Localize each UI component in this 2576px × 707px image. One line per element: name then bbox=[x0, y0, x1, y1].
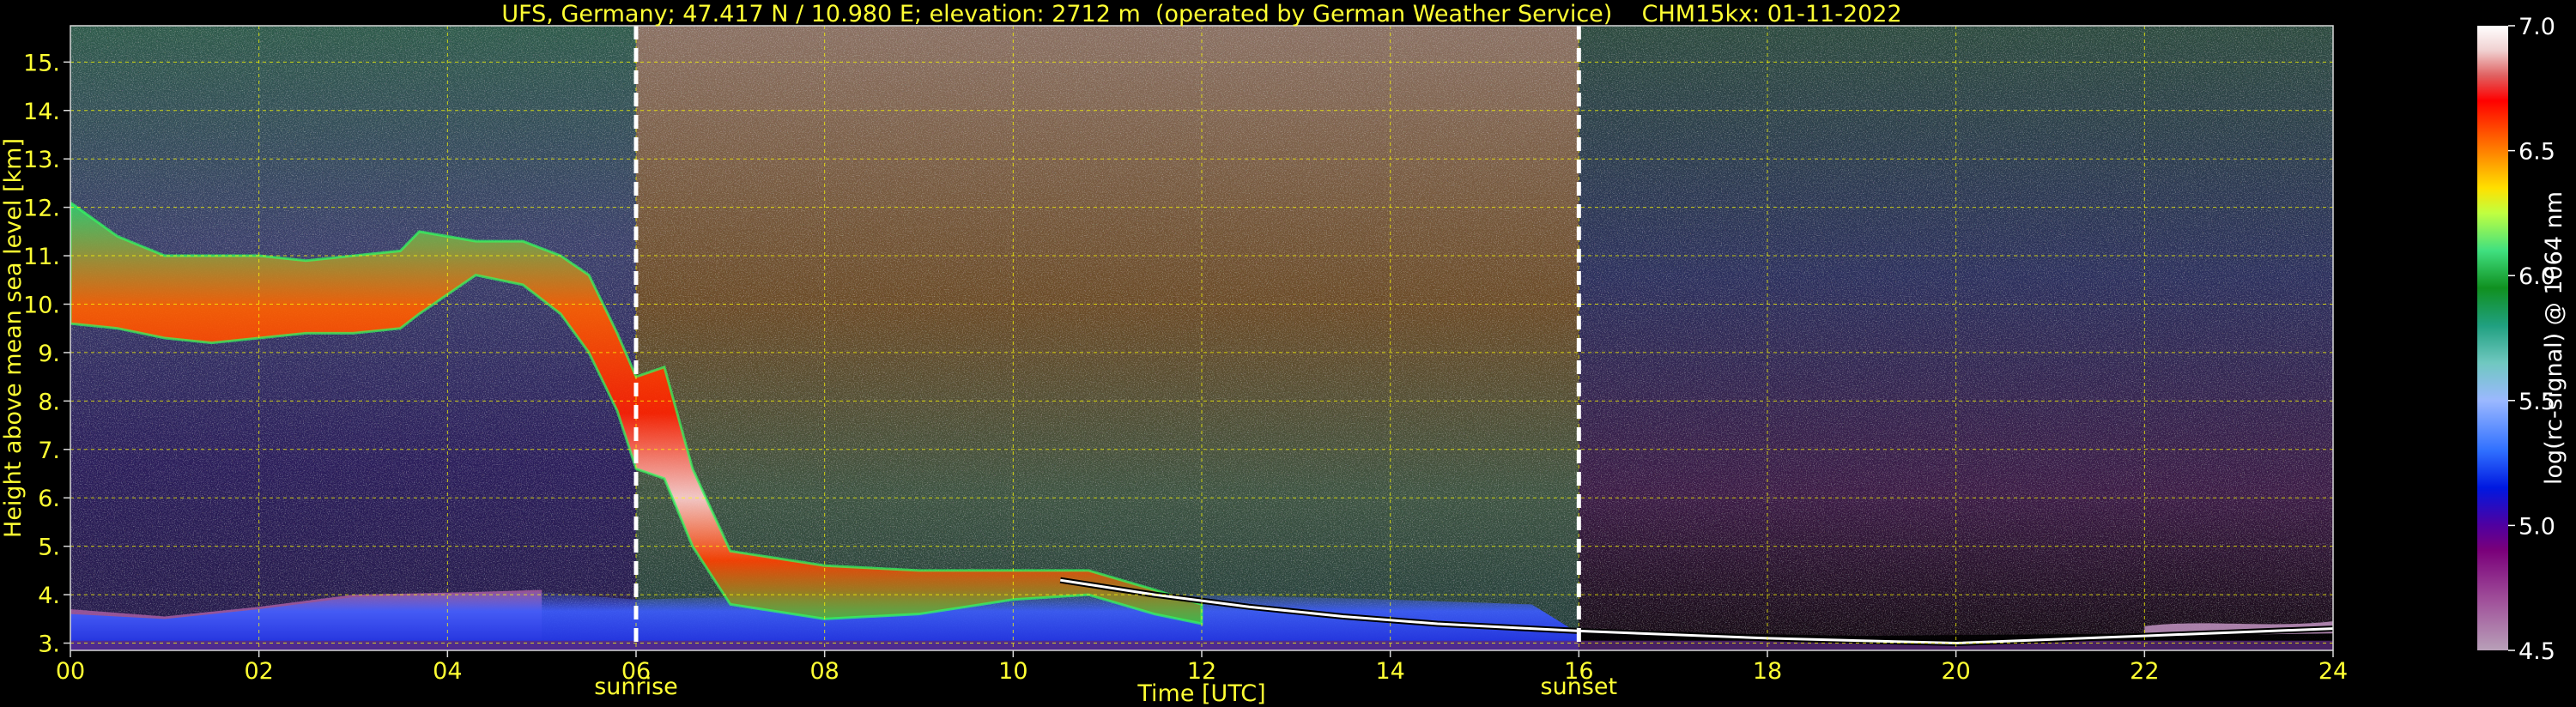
y-tick-label: 4. bbox=[38, 583, 60, 609]
x-tick-label: 24 bbox=[2318, 658, 2348, 685]
colorbar-tick-label: 4.5 bbox=[2518, 638, 2555, 665]
plot-area: sunrise sunset bbox=[70, 25, 2334, 700]
x-tick-label: 18 bbox=[1753, 658, 1782, 685]
y-axis-label: Height above mean sea level [km] bbox=[0, 138, 27, 538]
y-tick-label: 15. bbox=[23, 50, 60, 76]
y-tick-label: 14. bbox=[23, 99, 60, 125]
colorbar-tick-label: 7.0 bbox=[2518, 14, 2555, 40]
x-tick-label: 20 bbox=[1941, 658, 1970, 685]
y-tick-label: 13. bbox=[23, 147, 60, 173]
colorbar-tick-label: 5.0 bbox=[2518, 513, 2555, 540]
y-tick-label: 10. bbox=[23, 292, 60, 318]
colorbar-gradient bbox=[2477, 26, 2508, 650]
y-tick-label: 6. bbox=[38, 486, 60, 512]
x-tick-label: 22 bbox=[2130, 658, 2159, 685]
y-tick-label: 8. bbox=[38, 389, 60, 415]
colorbar-label: log(rc-signal) @ 1064 nm bbox=[2541, 191, 2567, 485]
y-tick-label: 12. bbox=[23, 196, 60, 222]
x-tick-label: 00 bbox=[56, 658, 85, 685]
x-axis-label: Time [UTC] bbox=[1136, 680, 1265, 707]
colorbar: 4.55.05.56.06.57.0 log(rc-signal) @ 1064… bbox=[2477, 14, 2567, 665]
x-tick-label: 14 bbox=[1375, 658, 1404, 685]
y-tick-label: 11. bbox=[23, 244, 60, 270]
x-tick-label: 04 bbox=[433, 658, 462, 685]
x-tick-label: 02 bbox=[244, 658, 273, 685]
x-tick-label: 16 bbox=[1564, 658, 1593, 685]
y-tick-label: 9. bbox=[38, 341, 60, 367]
colorbar-tick-label: 6.5 bbox=[2518, 139, 2555, 166]
x-tick-label: 10 bbox=[998, 658, 1027, 685]
y-tick-label: 3. bbox=[38, 631, 60, 658]
chart-title: UFS, Germany; 47.417 N / 10.980 E; eleva… bbox=[501, 1, 1901, 27]
y-tick-label: 7. bbox=[38, 438, 60, 464]
y-tick-label: 5. bbox=[38, 535, 60, 561]
ceilometer-chart: sunrise sunset 00 02 04 06 08 10 12 14 16 18 20 22 24… bbox=[0, 1, 2567, 707]
x-tick-label: 08 bbox=[809, 658, 839, 685]
x-tick-label: 06 bbox=[621, 658, 651, 685]
